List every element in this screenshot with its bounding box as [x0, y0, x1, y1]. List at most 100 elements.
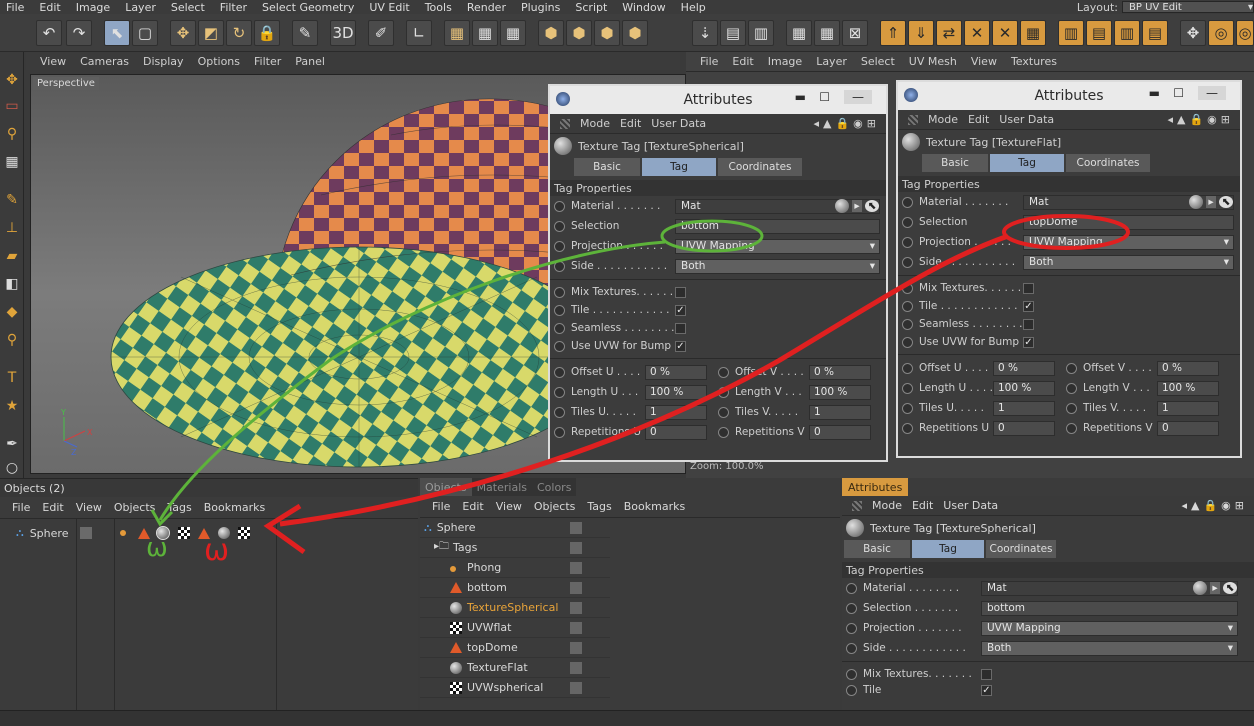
- layer-toggle-icon[interactable]: [570, 661, 582, 674]
- pick-icon[interactable]: ⬉: [1219, 196, 1233, 208]
- close-icon[interactable]: —: [844, 90, 872, 104]
- checker-icon[interactable]: ▦: [444, 20, 470, 46]
- transform-icon[interactable]: ✥: [1180, 20, 1206, 46]
- mix-textures-checkbox[interactable]: [1023, 282, 1034, 294]
- uv-grid3-icon[interactable]: ▦: [1020, 20, 1046, 46]
- animate-radio[interactable]: [902, 216, 913, 228]
- rep_u-field[interactable]: 0: [645, 424, 707, 440]
- stamp-icon[interactable]: ⊥: [2, 218, 22, 238]
- animate-radio[interactable]: [554, 426, 565, 438]
- uv-align-icon[interactable]: ⇑: [880, 20, 906, 46]
- uv-menu-textures[interactable]: Textures: [1011, 55, 1057, 68]
- uv-rotate-icon[interactable]: ✕: [992, 20, 1018, 46]
- length_v-field[interactable]: 100 %: [809, 384, 871, 400]
- wand-icon[interactable]: ⚲: [2, 124, 22, 144]
- uv-scale-icon[interactable]: ✕: [964, 20, 990, 46]
- tile-checkbox[interactable]: ✓: [981, 684, 992, 696]
- move-icon[interactable]: ✥: [2, 70, 22, 90]
- play-icon[interactable]: ▸: [1210, 582, 1220, 594]
- layer-toggle-icon[interactable]: [570, 681, 582, 694]
- panel-nav-icons[interactable]: ◂▲🔒◉⊞: [1182, 499, 1249, 512]
- panel-menu-mode[interactable]: Mode: [580, 117, 610, 130]
- menu-item-uv-edit[interactable]: UV Edit: [363, 1, 418, 14]
- side-dropdown[interactable]: Both ▾: [675, 258, 880, 274]
- brush-icon[interactable]: ✐: [368, 20, 394, 46]
- offset_u-field[interactable]: 0 %: [993, 360, 1055, 376]
- selection-field[interactable]: bottom: [675, 218, 880, 234]
- selection-tag-bottom-icon[interactable]: [138, 527, 150, 539]
- object-row-sphere[interactable]: ⛬ Sphere: [0, 523, 418, 543]
- uv-menu-edit[interactable]: Edit: [732, 55, 753, 68]
- menu-item-script[interactable]: Script: [569, 1, 616, 14]
- animate-radio[interactable]: [718, 366, 729, 378]
- animate-radio[interactable]: [554, 304, 565, 316]
- uv-relax3-icon[interactable]: ▥: [1114, 20, 1140, 46]
- star-icon[interactable]: ★: [2, 396, 22, 416]
- panel-menu-mode[interactable]: Mode: [872, 499, 902, 512]
- animate-radio[interactable]: [902, 196, 913, 208]
- play-icon[interactable]: ▸: [852, 200, 862, 212]
- tree-row-bottom[interactable]: bottom: [420, 578, 610, 598]
- objmgr-menu-tags[interactable]: Tags: [587, 500, 611, 513]
- animate-radio[interactable]: [1066, 382, 1077, 394]
- layer-toggle-icon[interactable]: [570, 641, 582, 654]
- scale-icon[interactable]: ◩: [198, 20, 224, 46]
- tiles_v-field[interactable]: 1: [1157, 400, 1219, 416]
- text-icon[interactable]: T: [2, 368, 22, 388]
- layer-toggle-icon[interactable]: [570, 621, 582, 634]
- seamless-checkbox[interactable]: [675, 322, 686, 334]
- tree-row-topdome[interactable]: topDome: [420, 638, 610, 658]
- animate-radio[interactable]: [718, 386, 729, 398]
- animate-radio[interactable]: [902, 300, 913, 312]
- tree-row-uvwflat[interactable]: UVWflat: [420, 618, 610, 638]
- objmgr-menu-view[interactable]: View: [496, 500, 522, 513]
- mix-textures-checkbox[interactable]: [675, 286, 686, 298]
- animate-radio[interactable]: [902, 382, 913, 394]
- panel-titlebar[interactable]: Attributes ▬ ☐ —: [898, 82, 1240, 110]
- animate-radio[interactable]: [554, 366, 565, 378]
- redo-icon[interactable]: ↷: [66, 20, 92, 46]
- animate-radio[interactable]: [902, 256, 913, 268]
- rotate-icon[interactable]: ↻: [226, 20, 252, 46]
- animate-radio[interactable]: [846, 668, 857, 680]
- objmgr-menu-edit[interactable]: Edit: [462, 500, 483, 513]
- play-icon[interactable]: ▸: [1206, 196, 1216, 208]
- uv-menu-select[interactable]: Select: [861, 55, 895, 68]
- objects-menu-view[interactable]: View: [76, 501, 102, 514]
- tab-tag[interactable]: Tag: [990, 154, 1064, 172]
- side-dropdown[interactable]: Both ▾: [1023, 254, 1234, 270]
- target-icon[interactable]: ◎: [1208, 20, 1234, 46]
- target2-icon[interactable]: ◎: [1236, 20, 1254, 46]
- panel-menu-mode[interactable]: Mode: [928, 113, 958, 126]
- lock-icon[interactable]: 🔒: [254, 20, 280, 46]
- tile-checkbox[interactable]: ✓: [675, 304, 686, 316]
- animate-radio[interactable]: [846, 684, 857, 696]
- tree-row-sphere[interactable]: ⛬ Sphere: [420, 518, 610, 538]
- use-uvw-for-bump-checkbox[interactable]: ✓: [1023, 336, 1034, 348]
- animate-radio[interactable]: [554, 220, 565, 232]
- maximize-icon[interactable]: ☐: [1173, 86, 1184, 100]
- animate-radio[interactable]: [902, 236, 913, 248]
- menu-item-filter[interactable]: Filter: [214, 1, 256, 14]
- cube-points-icon[interactable]: ⬢: [566, 20, 592, 46]
- layer-toggle-icon[interactable]: [570, 581, 582, 594]
- viewport-menu-filter[interactable]: Filter: [254, 55, 281, 68]
- material-field[interactable]: Mat ▸ ⬉: [981, 580, 1238, 596]
- animate-radio[interactable]: [902, 336, 913, 348]
- length_u-field[interactable]: 100 %: [993, 380, 1055, 396]
- mix-textures-checkbox[interactable]: [981, 668, 992, 680]
- cube-select-icon[interactable]: ▢: [132, 20, 158, 46]
- animate-radio[interactable]: [554, 260, 565, 272]
- viewport-menu-view[interactable]: View: [40, 55, 66, 68]
- minimize-icon[interactable]: ▬: [795, 90, 806, 104]
- menu-item-image[interactable]: Image: [70, 1, 119, 14]
- layer-icon[interactable]: [80, 527, 92, 539]
- projection-dropdown[interactable]: UVW Mapping ▾: [675, 238, 880, 254]
- length_v-field[interactable]: 100 %: [1157, 380, 1219, 396]
- uv-grid2-icon[interactable]: ▦: [814, 20, 840, 46]
- seamless-checkbox[interactable]: [1023, 318, 1034, 330]
- animate-radio[interactable]: [902, 282, 913, 294]
- length_u-field[interactable]: 100 %: [645, 384, 707, 400]
- objmgr-menu-objects[interactable]: Objects: [534, 500, 576, 513]
- animate-radio[interactable]: [902, 362, 913, 374]
